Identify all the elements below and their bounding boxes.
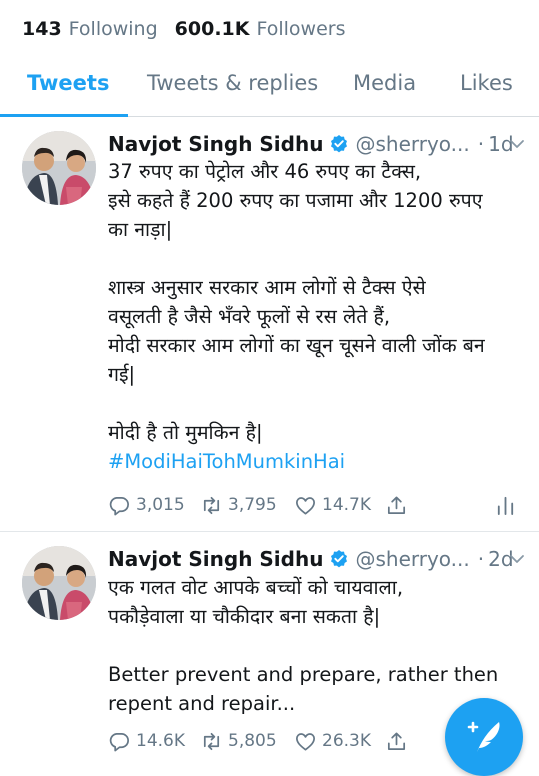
tweet-header: Navjot Singh Sidhu @sherryo... · 2d bbox=[108, 545, 526, 573]
hashtag-link[interactable]: #ModiHaiTohMumkinHai bbox=[108, 447, 526, 476]
separator-dot: · bbox=[477, 132, 485, 156]
retweet-count: 3,795 bbox=[228, 495, 277, 515]
reply-icon bbox=[109, 732, 129, 751]
tweet[interactable]: Navjot Singh Sidhu @sherryo... · 1d 37 र… bbox=[0, 117, 539, 532]
share-icon bbox=[387, 495, 406, 514]
tweet-line: गई| bbox=[108, 363, 136, 386]
tweet-line: Better prevent and prepare, rather then bbox=[108, 663, 499, 686]
tweet-line: मोदी है तो मुमकिन है| bbox=[108, 421, 263, 444]
author-handle[interactable]: @sherryo... bbox=[355, 547, 469, 571]
reply-icon bbox=[109, 496, 129, 515]
followers-label: Followers bbox=[256, 18, 346, 40]
separator-dot: · bbox=[477, 547, 485, 571]
tweet-text: एक गलत वोट आपके बच्चों को चायवाला, पकौड़… bbox=[108, 573, 526, 718]
avatar[interactable] bbox=[22, 131, 96, 205]
tweet-line: पकौड़ेवाला या चौकीदार बना सकता है| bbox=[108, 605, 381, 628]
tweet-line: मोदी सरकार आम लोगों का खून चूसने वाली जो… bbox=[108, 334, 485, 357]
retweet-button[interactable]: 5,805 bbox=[200, 730, 277, 753]
reply-button[interactable]: 3,015 bbox=[108, 494, 185, 517]
like-count: 26.3K bbox=[322, 731, 371, 751]
tweet-header: Navjot Singh Sidhu @sherryo... · 1d bbox=[108, 130, 526, 158]
followers-stat[interactable]: 600.1K Followers bbox=[175, 18, 346, 40]
following-stat[interactable]: 143 Following bbox=[22, 18, 158, 40]
tweet-actions: 3,015 3,795 14.7K bbox=[108, 492, 528, 518]
avatar[interactable] bbox=[22, 546, 96, 620]
analytics-icon bbox=[497, 496, 514, 515]
tab-likes[interactable]: Likes bbox=[460, 58, 513, 116]
reply-count: 14.6K bbox=[136, 731, 185, 751]
verified-badge-icon bbox=[331, 550, 348, 568]
retweet-icon bbox=[203, 496, 220, 514]
tab-tweets-replies[interactable]: Tweets & replies bbox=[147, 58, 318, 116]
followers-count: 600.1K bbox=[174, 18, 250, 40]
chevron-down-icon[interactable] bbox=[508, 135, 526, 153]
heart-icon bbox=[296, 732, 315, 751]
author-handle[interactable]: @sherryo... bbox=[355, 132, 469, 156]
tweet-line: शास्त्र अनुसार सरकार आम लोगों से टैक्स ऐ… bbox=[108, 276, 426, 299]
compose-tweet-icon bbox=[467, 721, 500, 752]
profile-tabs: Tweets Tweets & replies Media Likes bbox=[0, 58, 539, 117]
tab-media[interactable]: Media bbox=[353, 58, 416, 116]
tweet-line: का नाड़ा| bbox=[108, 218, 173, 241]
tweet-text: 37 रुपए का पेट्रोल और 46 रुपए का टैक्स, … bbox=[108, 157, 526, 476]
compose-tweet-button[interactable] bbox=[445, 698, 523, 776]
tweet-line: 37 रुपए का पेट्रोल और 46 रुपए का टैक्स, bbox=[108, 160, 422, 183]
share-button[interactable] bbox=[385, 730, 413, 753]
chevron-down-icon[interactable] bbox=[508, 550, 526, 568]
following-count: 143 bbox=[22, 18, 62, 40]
share-button[interactable] bbox=[385, 494, 413, 517]
like-button[interactable]: 14.7K bbox=[294, 494, 371, 517]
reply-button[interactable]: 14.6K bbox=[108, 730, 185, 753]
reply-count: 3,015 bbox=[136, 495, 185, 515]
retweet-count: 5,805 bbox=[228, 731, 277, 751]
tweet-line: वसूलती है जैसे भँवरे फूलों से रस लेते है… bbox=[108, 305, 391, 328]
retweet-icon bbox=[203, 732, 220, 750]
retweet-button[interactable]: 3,795 bbox=[200, 494, 277, 517]
share-icon bbox=[387, 731, 406, 750]
tweet-line: एक गलत वोट आपके बच्चों को चायवाला, bbox=[108, 576, 404, 599]
like-count: 14.7K bbox=[322, 495, 371, 515]
profile-stats: 143 Following 600.1K Followers bbox=[22, 17, 345, 41]
author-name[interactable]: Navjot Singh Sidhu bbox=[108, 132, 323, 156]
verified-badge-icon bbox=[331, 135, 348, 153]
like-button[interactable]: 26.3K bbox=[294, 730, 371, 753]
analytics-button[interactable] bbox=[494, 494, 522, 517]
heart-icon bbox=[296, 496, 315, 515]
tweet-line: इसे कहते हैं 200 रुपए का पजामा और 1200 र… bbox=[108, 189, 483, 212]
author-name[interactable]: Navjot Singh Sidhu bbox=[108, 547, 323, 571]
following-label: Following bbox=[68, 18, 158, 40]
tab-tweets[interactable]: Tweets bbox=[27, 58, 109, 116]
